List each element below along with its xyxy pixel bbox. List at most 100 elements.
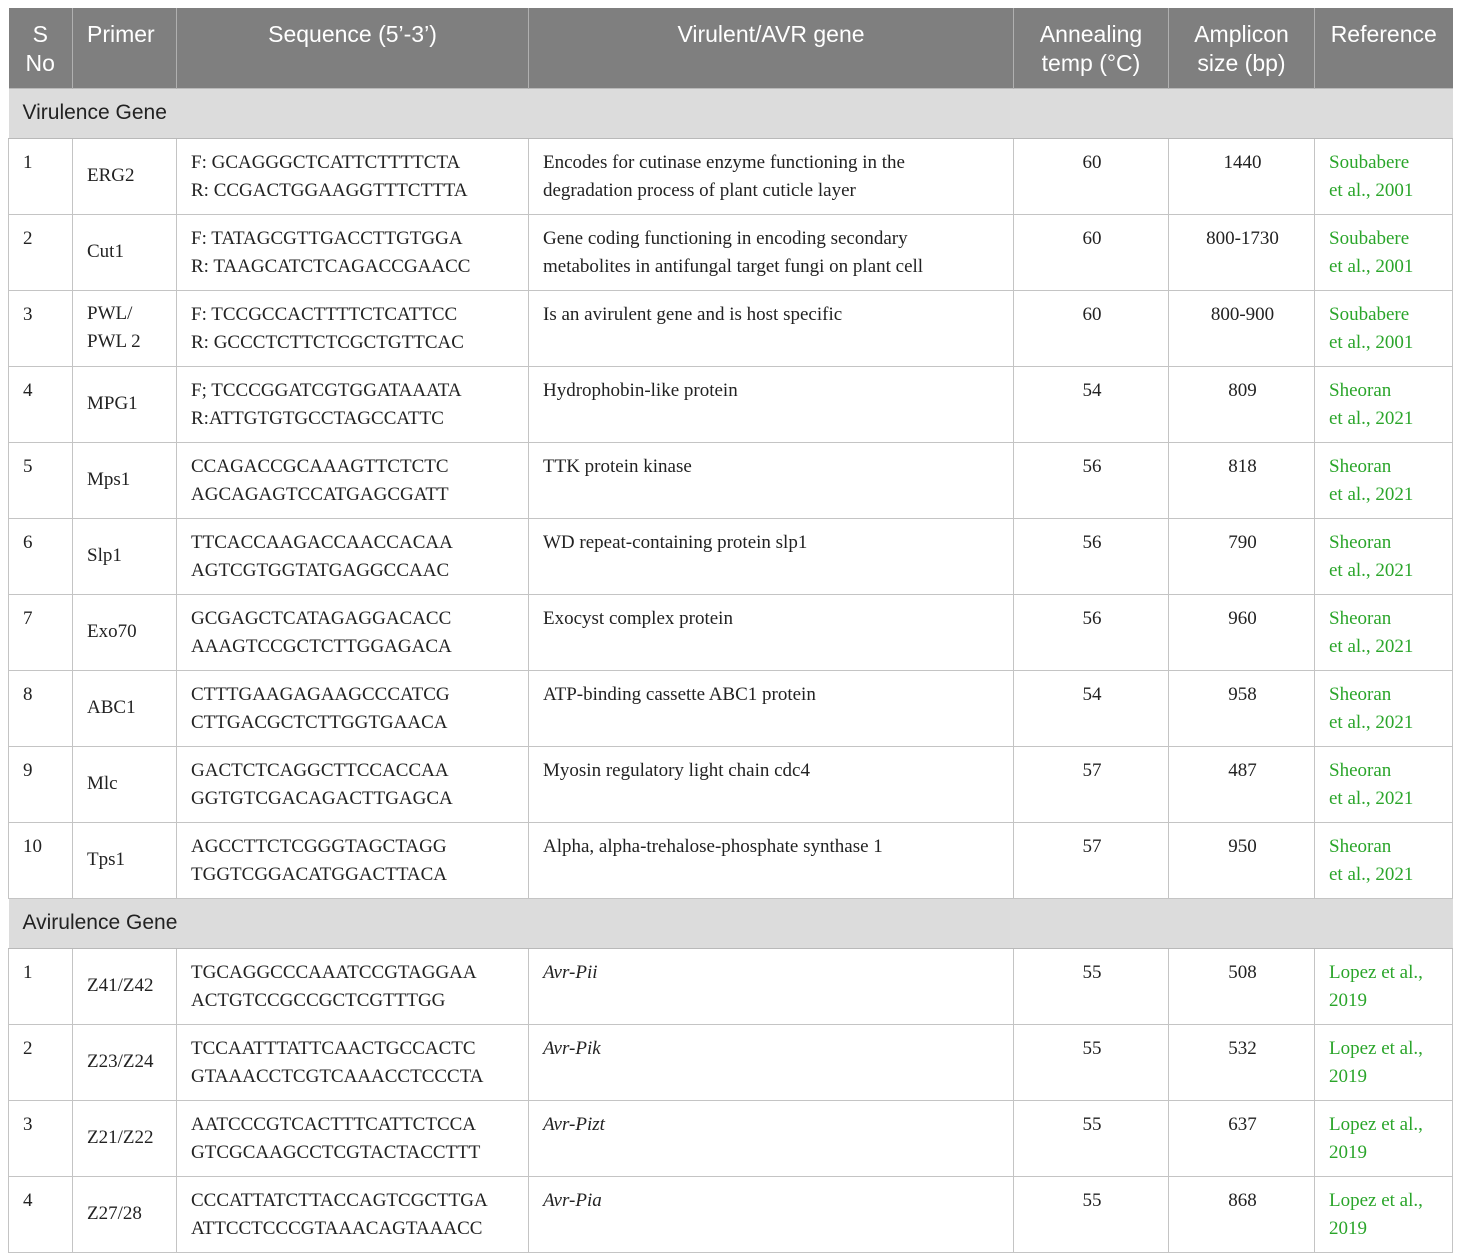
cell-annealing-temp: 56 <box>1013 517 1169 595</box>
cell-sequence: TGCAGGCCCAAATCCGTAGGAA ACTGTCCGCCGCTCGTTT… <box>176 947 529 1025</box>
cell-annealing-temp: 55 <box>1013 1175 1169 1253</box>
primer-line: Mlc <box>87 773 118 794</box>
cell-gene: Avr-Pii <box>528 947 1014 1025</box>
cell-sequence: CCCATTATCTTACCAGTCGCTTGA ATTCCTCCCGTAAACA… <box>176 1175 529 1253</box>
cell-reference-link[interactable]: Lopez et al., 2019 <box>1314 947 1453 1025</box>
header-primer: Primer <box>72 8 177 88</box>
cell-amplicon-size: 958 <box>1168 669 1315 747</box>
section-title: Virulence Gene <box>8 87 1453 139</box>
cell-reference-link[interactable]: Sheoran et al., 2021 <box>1314 821 1453 899</box>
gene-line: metabolites in antifungal target fungi o… <box>543 255 924 277</box>
cell-gene: Avr-Pia <box>528 1175 1014 1253</box>
cell-gene: Alpha, alpha-trehalose-phosphate synthas… <box>528 821 1014 899</box>
reference-line[interactable]: 2019 <box>1329 1063 1440 1091</box>
reference-line[interactable]: Sheoran <box>1329 833 1440 861</box>
cell-amplicon-size: 532 <box>1168 1023 1315 1101</box>
reference-line[interactable]: Soubabere <box>1329 225 1440 253</box>
reference-line[interactable]: et al., 2021 <box>1329 633 1440 661</box>
reference-line[interactable]: Lopez et al., <box>1329 959 1440 987</box>
primer-line: Tps1 <box>87 849 125 870</box>
cell-reference-link[interactable]: Sheoran et al., 2021 <box>1314 669 1453 747</box>
reference-line[interactable]: 2019 <box>1329 1139 1440 1167</box>
sequence-line: GTCGCAAGCCTCGTACTACCTTT <box>191 1141 481 1163</box>
cell-reference-link[interactable]: Sheoran et al., 2021 <box>1314 593 1453 671</box>
cell-sequence: TCCAATTTATTCAACTGCCACTC GTAAACCTCGTCAAACC… <box>176 1023 529 1101</box>
reference-line[interactable]: et al., 2001 <box>1329 177 1440 205</box>
cell-sequence: F: TATAGCGTTGACCTTGTGGA R: TAAGCATCTCAGAC… <box>176 213 529 291</box>
cell-reference-link[interactable]: Soubabere et al., 2001 <box>1314 213 1453 291</box>
cell-reference-link[interactable]: Lopez et al., 2019 <box>1314 1099 1453 1177</box>
cell-gene: Exocyst complex protein <box>528 593 1014 671</box>
reference-line[interactable]: et al., 2001 <box>1329 253 1440 281</box>
table-row: 4 Z27/28 CCCATTATCTTACCAGTCGCTTGA ATTCCTCCC… <box>8 1175 1453 1253</box>
reference-line[interactable]: Sheoran <box>1329 757 1440 785</box>
reference-line[interactable]: 2019 <box>1329 1215 1440 1243</box>
cell-primer: Slp1 <box>72 517 177 595</box>
cell-reference-link[interactable]: Sheoran et al., 2021 <box>1314 745 1453 823</box>
sequence-line: R: CCGACTGGAAGGTTTCTTTA <box>191 179 468 201</box>
section-row: Virulence Gene <box>8 87 1453 139</box>
reference-line[interactable]: 2019 <box>1329 987 1440 1015</box>
sequence-line: TTCACCAAGACCAACCACAA <box>191 531 453 553</box>
gene-line: Hydrophobin-like protein <box>543 379 738 401</box>
cell-sno: 3 <box>8 289 73 367</box>
cell-amplicon-size: 960 <box>1168 593 1315 671</box>
cell-amplicon-size: 800-900 <box>1168 289 1315 367</box>
gene-line: Avr-Pii <box>543 961 598 983</box>
sequence-line: R:ATTGTGTGCCTAGCCATTC <box>191 407 444 429</box>
table-row: 6 Slp1 TTCACCAAGACCAACCACAA AGTCGTGGTATGAGG… <box>8 517 1453 595</box>
header-reference: Reference <box>1314 8 1453 88</box>
table-row: 4 MPG1 F; TCCCGGATCGTGGATAAATA R:ATTGTGTGCC… <box>8 365 1453 443</box>
primer-line: Z21/Z22 <box>87 1127 154 1148</box>
cell-reference-link[interactable]: Sheoran et al., 2021 <box>1314 441 1453 519</box>
reference-line[interactable]: et al., 2021 <box>1329 861 1440 889</box>
cell-sequence: CCAGACCGCAAAGTTCTCTC AGCAGAGTCCATGAGCGATT <box>176 441 529 519</box>
reference-line[interactable]: Lopez et al., <box>1329 1035 1440 1063</box>
sequence-line: TGGTCGGACATGGACTTACA <box>191 863 448 885</box>
reference-line[interactable]: Sheoran <box>1329 529 1440 557</box>
reference-line[interactable]: Sheoran <box>1329 681 1440 709</box>
reference-line[interactable]: Sheoran <box>1329 605 1440 633</box>
cell-annealing-temp: 60 <box>1013 213 1169 291</box>
cell-primer: Z27/28 <box>72 1175 177 1253</box>
sequence-line: GTAAACCTCGTCAAACCTCCCTA <box>191 1065 484 1087</box>
reference-line[interactable]: et al., 2021 <box>1329 557 1440 585</box>
reference-line[interactable]: et al., 2021 <box>1329 481 1440 509</box>
cell-sno: 5 <box>8 441 73 519</box>
reference-line[interactable]: Lopez et al., <box>1329 1111 1440 1139</box>
cell-sno: 6 <box>8 517 73 595</box>
cell-reference-link[interactable]: Soubabere et al., 2001 <box>1314 137 1453 215</box>
primer-line: MPG1 <box>87 393 138 414</box>
cell-amplicon-size: 809 <box>1168 365 1315 443</box>
cell-gene: ATP-binding cassette ABC1 protein <box>528 669 1014 747</box>
cell-annealing-temp: 54 <box>1013 365 1169 443</box>
cell-sequence: AGCCTTCTCGGGTAGCTAGG TGGTCGGACATGGACTTACA <box>176 821 529 899</box>
cell-sequence: F; TCCCGGATCGTGGATAAATA R:ATTGTGTGCCTAGCC… <box>176 365 529 443</box>
cell-amplicon-size: 508 <box>1168 947 1315 1025</box>
cell-sno: 10 <box>8 821 73 899</box>
reference-line[interactable]: Soubabere <box>1329 301 1440 329</box>
reference-line[interactable]: Sheoran <box>1329 377 1440 405</box>
cell-reference-link[interactable]: Soubabere et al., 2001 <box>1314 289 1453 367</box>
cell-reference-link[interactable]: Sheoran et al., 2021 <box>1314 365 1453 443</box>
table-row: 1 ERG2 F: GCAGGGCTCATTCTTTTCTA R: CCGACTGGA… <box>8 137 1453 215</box>
cell-gene: Gene coding functioning in encoding seco… <box>528 213 1014 291</box>
reference-line[interactable]: Soubabere <box>1329 149 1440 177</box>
cell-sequence: GACTCTCAGGCTTCCACCAA GGTGTCGACAGACTTGAGCA <box>176 745 529 823</box>
cell-reference-link[interactable]: Lopez et al., 2019 <box>1314 1023 1453 1101</box>
reference-line[interactable]: et al., 2021 <box>1329 405 1440 433</box>
gene-line: Alpha, alpha-trehalose-phosphate synthas… <box>543 835 883 857</box>
cell-gene: Avr-Pizt <box>528 1099 1014 1177</box>
cell-reference-link[interactable]: Sheoran et al., 2021 <box>1314 517 1453 595</box>
cell-annealing-temp: 60 <box>1013 137 1169 215</box>
reference-line[interactable]: Lopez et al., <box>1329 1187 1440 1215</box>
reference-line[interactable]: et al., 2001 <box>1329 329 1440 357</box>
reference-line[interactable]: et al., 2021 <box>1329 709 1440 737</box>
cell-reference-link[interactable]: Lopez et al., 2019 <box>1314 1175 1453 1253</box>
reference-line[interactable]: Sheoran <box>1329 453 1440 481</box>
reference-line[interactable]: et al., 2021 <box>1329 785 1440 813</box>
primer-line: Exo70 <box>87 621 137 642</box>
sequence-line: ATTCCTCCCGTAAACAGTAAACC <box>191 1217 483 1239</box>
table-row: 10 Tps1 AGCCTTCTCGGGTAGCTAGG TGGTCGGACATGGA… <box>8 821 1453 899</box>
table-row: 1 Z41/Z42 TGCAGGCCCAAATCCGTAGGAA ACTGTCCGCC… <box>8 947 1453 1025</box>
